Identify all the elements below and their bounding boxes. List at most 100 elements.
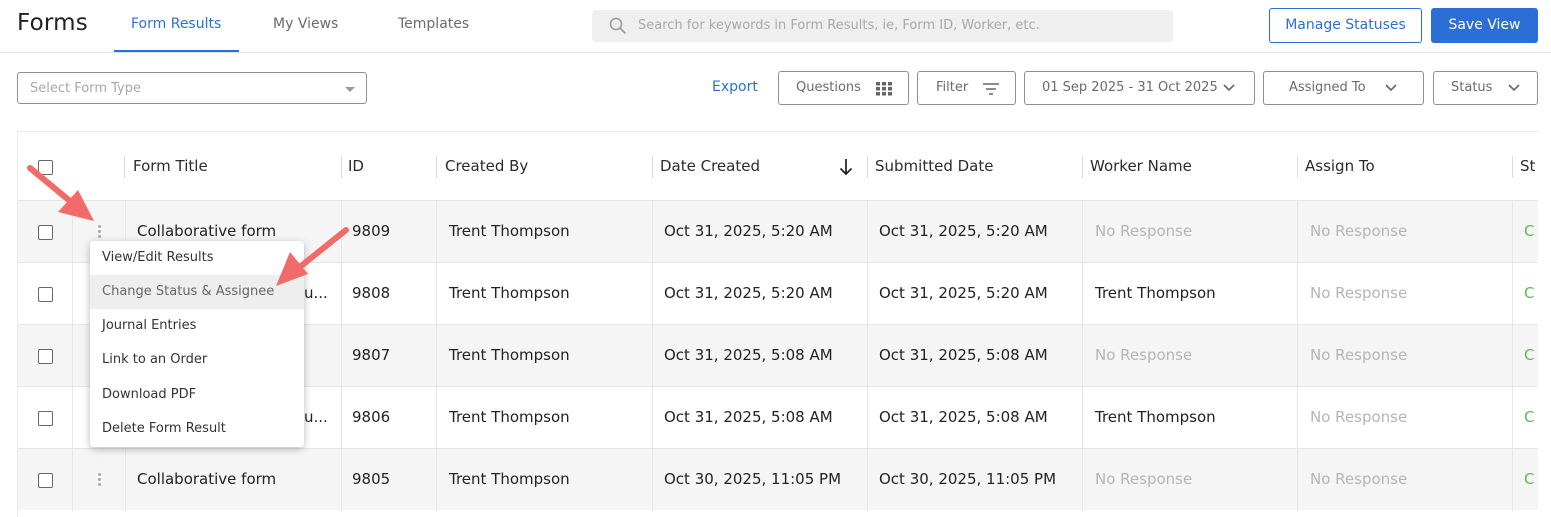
row-checkbox[interactable] [38,349,53,364]
date-created-cell: Oct 31, 2025, 5:08 AM [664,346,833,364]
active-tab-indicator [114,50,239,52]
menu-item-download-pdf[interactable]: Download PDF [90,378,304,412]
save-view-button[interactable]: Save View [1431,8,1538,43]
table-row[interactable]: Collaborative form 9805 Trent Thompson O… [18,448,1538,511]
assigned-to-label: Assigned To [1289,80,1366,95]
row-actions-kebab-icon[interactable] [98,473,101,488]
status-cell: C [1524,408,1535,426]
column-header-form-title[interactable]: Form Title [133,157,208,175]
form-title-cell: Collaborative form [137,470,277,488]
column-header-status[interactable]: St [1520,157,1535,175]
id-cell: 9805 [352,470,391,488]
menu-item-journal-entries[interactable]: Journal Entries [90,309,304,343]
menu-item-delete-form-result[interactable]: Delete Form Result [90,412,304,446]
id-cell: 9808 [352,284,391,302]
search-icon [609,17,626,34]
created-by-cell: Trent Thompson [449,470,570,488]
id-cell: 9806 [352,408,391,426]
chevron-down-icon [1385,84,1397,92]
row-checkbox[interactable] [38,473,53,488]
submitted-date-cell: Oct 31, 2025, 5:08 AM [879,346,1048,364]
form-title-cell: u... [304,408,328,426]
chevron-down-icon [1508,84,1520,92]
questions-button[interactable]: Questions [778,71,909,105]
menu-item-change-status-assignee[interactable]: Change Status & Assignee [90,275,304,309]
column-divider [867,156,868,178]
menu-item-link-to-order[interactable]: Link to an Order [90,343,304,377]
date-created-cell: Oct 31, 2025, 5:20 AM [664,222,833,240]
column-divider [1512,156,1513,178]
form-type-placeholder: Select Form Type [30,81,141,96]
assign-to-cell: No Response [1310,284,1408,302]
page-title: Forms [17,10,88,36]
worker-name-cell: No Response [1095,222,1193,240]
column-divider [1082,156,1083,178]
column-divider [1297,156,1298,178]
date-created-cell: Oct 31, 2025, 5:08 AM [664,408,833,426]
status-cell: C [1524,470,1535,488]
created-by-cell: Trent Thompson [449,222,570,240]
search-input[interactable]: Search for keywords in Form Results, ie,… [592,10,1173,42]
caret-down-icon [345,87,355,92]
column-header-id[interactable]: ID [348,157,364,175]
worker-name-cell: No Response [1095,470,1193,488]
row-checkbox[interactable] [38,411,53,426]
assign-to-cell: No Response [1310,346,1408,364]
filter-label: Filter [936,80,969,95]
tab-form-results[interactable]: Form Results [131,16,221,32]
tab-my-views[interactable]: My Views [273,16,338,32]
id-cell: 9809 [352,222,391,240]
column-divider [436,156,437,178]
column-header-assign-to[interactable]: Assign To [1305,157,1375,175]
status-cell: C [1524,222,1535,240]
grid-icon [876,82,892,96]
status-label: Status [1451,80,1493,95]
column-divider [341,156,342,178]
worker-name-cell: Trent Thompson [1095,408,1216,426]
date-created-cell: Oct 31, 2025, 5:20 AM [664,284,833,302]
status-cell: C [1524,284,1535,302]
assign-to-cell: No Response [1310,408,1408,426]
date-created-cell: Oct 30, 2025, 11:05 PM [664,470,842,488]
status-dropdown[interactable]: Status [1433,71,1538,105]
submitted-date-cell: Oct 31, 2025, 5:20 AM [879,284,1048,302]
filter-button[interactable]: Filter [917,71,1016,105]
export-link[interactable]: Export [712,79,758,95]
sort-descending-icon[interactable] [839,158,853,176]
assigned-to-dropdown[interactable]: Assigned To [1263,71,1424,105]
select-all-checkbox[interactable] [38,160,53,175]
form-title-cell: u... [304,284,328,302]
menu-item-view-edit-results[interactable]: View/Edit Results [90,241,304,275]
column-header-created-by[interactable]: Created By [445,157,528,175]
date-range-value: 01 Sep 2025 - 31 Oct 2025 [1042,80,1218,95]
column-divider [124,156,125,178]
row-checkbox[interactable] [38,225,53,240]
submitted-date-cell: Oct 31, 2025, 5:08 AM [879,408,1048,426]
form-type-select[interactable]: Select Form Type [17,72,367,104]
created-by-cell: Trent Thompson [449,284,570,302]
tab-templates[interactable]: Templates [398,16,469,32]
table-header: Form Title ID Created By Date Created Su… [18,132,1538,200]
date-range-picker[interactable]: 01 Sep 2025 - 31 Oct 2025 [1024,71,1255,105]
search-placeholder: Search for keywords in Form Results, ie,… [638,18,1040,33]
questions-label: Questions [796,80,861,95]
worker-name-cell: Trent Thompson [1095,284,1216,302]
assign-to-cell: No Response [1310,222,1408,240]
top-bar: Forms Form Results My Views Templates Se… [0,0,1551,53]
worker-name-cell: No Response [1095,346,1193,364]
row-actions-menu: View/Edit Results Change Status & Assign… [90,241,304,447]
submitted-date-cell: Oct 31, 2025, 5:20 AM [879,222,1048,240]
id-cell: 9807 [352,346,391,364]
status-cell: C [1524,346,1535,364]
submitted-date-cell: Oct 30, 2025, 11:05 PM [879,470,1057,488]
column-header-submitted-date[interactable]: Submitted Date [875,157,993,175]
manage-statuses-button[interactable]: Manage Statuses [1269,8,1422,43]
column-divider [652,156,653,178]
filter-icon [983,83,999,95]
row-checkbox[interactable] [38,287,53,302]
column-header-date-created[interactable]: Date Created [660,157,760,175]
column-header-worker-name[interactable]: Worker Name [1090,157,1192,175]
chevron-down-icon [1223,84,1235,92]
row-actions-kebab-icon[interactable] [98,225,101,240]
created-by-cell: Trent Thompson [449,408,570,426]
